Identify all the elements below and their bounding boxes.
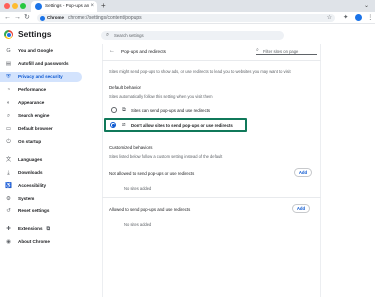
address-bar[interactable]: Chrome chrome://settings/content/popups … xyxy=(37,14,335,22)
popup-blocked-icon: ⧄ xyxy=(122,121,126,128)
minimize-window-button[interactable] xyxy=(12,3,18,9)
url-text[interactable]: chrome://settings/content/popups xyxy=(68,15,142,21)
chrome-icon: ◉ xyxy=(6,239,11,245)
filter-sites-input[interactable]: ⌕ Filter sites on page xyxy=(256,47,317,55)
popup-open-icon: ⧉ xyxy=(122,106,126,113)
sidebar-item-label: Extensions xyxy=(18,226,43,231)
performance-icon: ◔ xyxy=(6,87,11,93)
accessibility-icon: ♿ xyxy=(5,183,12,189)
sidebar-item-label: Default browser xyxy=(18,126,53,131)
page-heading: Pop-ups and redirects xyxy=(121,48,166,54)
google-icon: G xyxy=(6,48,11,54)
address-chip: Chrome xyxy=(47,15,65,20)
search-icon: ⌕ xyxy=(256,47,259,53)
sidebar-item-label: Languages xyxy=(18,157,43,162)
page-title: Settings xyxy=(18,29,52,39)
tab-title: Settings - Pop-ups and redir... xyxy=(45,2,89,8)
sidebar-item-default-browser[interactable]: ▭ Default browser xyxy=(0,124,82,134)
sidebar-item-extensions[interactable]: ✚ Extensions ⧉ xyxy=(0,224,82,234)
shield-icon: ⛨ xyxy=(6,74,11,80)
power-icon: ⏻ xyxy=(6,139,11,145)
filter-placeholder: Filter sites on page xyxy=(263,48,299,54)
palette-icon: ◐ xyxy=(6,100,11,106)
sidebar-item-label: About Chrome xyxy=(18,239,50,244)
close-window-button[interactable] xyxy=(4,3,10,9)
customized-behaviors-title: Customized behaviors xyxy=(109,145,153,150)
sidebar-item-label: Autofill and passwords xyxy=(18,61,69,66)
sidebar-item-label: Privacy and security xyxy=(18,74,63,79)
extensions-icon[interactable]: ✦ xyxy=(343,13,348,23)
reload-button[interactable]: ↻ xyxy=(24,13,30,23)
divider xyxy=(102,197,321,198)
allowed-list-title: Allowed to send pop-ups and use redirect… xyxy=(109,207,191,212)
reset-icon: ↺ xyxy=(6,208,11,214)
sidebar-item-label: Performance xyxy=(18,87,47,92)
sidebar-item-label: System xyxy=(18,196,35,201)
sidebar-item-label: Reset settings xyxy=(18,208,50,213)
forward-button[interactable]: → xyxy=(14,13,21,23)
profile-avatar[interactable] xyxy=(355,14,362,21)
sidebar-item-accessibility[interactable]: ♿ Accessibility xyxy=(0,181,82,191)
sidebar-item-label: On startup xyxy=(18,139,42,144)
sidebar-item-languages[interactable]: 文 Languages xyxy=(0,155,82,165)
download-icon: ⤓ xyxy=(7,170,10,176)
search-icon: ⌕ xyxy=(106,32,110,38)
allowed-empty-text: No sites added xyxy=(124,222,152,227)
sidebar-item-label: Search engine xyxy=(18,113,50,118)
option-allow-label[interactable]: Sites can send pop-ups and use redirects xyxy=(131,108,210,113)
bookmark-star-icon[interactable]: ☆ xyxy=(327,14,332,22)
sidebar-item-downloads[interactable]: ⤓ Downloads xyxy=(0,168,82,178)
not-allowed-empty-text: No sites added xyxy=(124,186,152,191)
back-button[interactable]: ← xyxy=(4,13,11,23)
not-allowed-list-title: Not allowed to send pop-ups or use redir… xyxy=(109,171,195,176)
tab-settings[interactable]: Settings - Pop-ups and redir... × xyxy=(31,1,97,12)
sidebar-item-on-startup[interactable]: ⏻ On startup xyxy=(0,137,82,147)
tab-close-icon[interactable]: × xyxy=(90,2,94,10)
divider xyxy=(102,60,321,61)
add-blocked-site-button[interactable]: Add xyxy=(294,168,312,177)
new-tab-button[interactable]: + xyxy=(101,1,106,11)
page-description: Sites might send pop-ups to show ads, or… xyxy=(109,69,291,74)
sidebar-item-privacy[interactable]: ⛨ Privacy and security xyxy=(0,72,82,82)
sidebar-item-autofill[interactable]: ▤ Autofill and passwords xyxy=(0,59,82,69)
sidebar-item-system[interactable]: ⚙ System xyxy=(0,194,82,204)
sidebar-item-reset-settings[interactable]: ↺ Reset settings xyxy=(0,206,82,216)
sidebar-item-label: Appearance xyxy=(18,100,45,105)
open-external-icon: ⧉ xyxy=(46,226,51,232)
search-settings-input[interactable]: ⌕ Search settings xyxy=(101,31,284,40)
default-behavior-subtitle: Sites automatically follow this setting … xyxy=(109,94,213,99)
tab-search-chevron-icon[interactable]: ⌄ xyxy=(364,1,369,11)
title-bar: Settings - Pop-ups and redir... × + ⌄ xyxy=(0,0,375,12)
chrome-icon xyxy=(40,15,45,21)
sidebar-item-label: Downloads xyxy=(18,170,43,175)
puzzle-icon: ✚ xyxy=(6,226,11,232)
sidebar-item-performance[interactable]: ◔ Performance xyxy=(0,85,82,95)
wrench-icon: ⚙ xyxy=(6,196,11,202)
sidebar-item-search-engine[interactable]: ⌕ Search engine xyxy=(0,111,82,121)
language-icon: 文 xyxy=(5,157,12,163)
settings-header: Settings ⌕ Search settings xyxy=(0,25,375,44)
maximize-window-button[interactable] xyxy=(20,3,26,9)
chrome-logo-icon xyxy=(4,30,13,39)
settings-sidebar: G You and Google ▤ Autofill and password… xyxy=(0,45,84,297)
sidebar-item-you-and-google[interactable]: G You and Google xyxy=(0,46,82,56)
default-behavior-title: Default behavior xyxy=(109,85,141,90)
option-block-label[interactable]: Don't allow sites to send pop-ups or use… xyxy=(131,123,233,128)
radio-block-popups[interactable] xyxy=(110,122,116,128)
sidebar-item-appearance[interactable]: ◐ Appearance xyxy=(0,98,82,108)
browser-icon: ▭ xyxy=(5,126,12,132)
search-placeholder: Search settings xyxy=(114,32,144,38)
sidebar-item-label: Accessibility xyxy=(18,183,47,188)
back-arrow-icon[interactable]: ← xyxy=(109,47,115,55)
add-allowed-site-button[interactable]: Add xyxy=(292,204,310,213)
search-engine-icon: ⌕ xyxy=(6,113,11,119)
settings-favicon-icon xyxy=(35,3,42,10)
sidebar-item-label: You and Google xyxy=(18,48,53,53)
sidebar-item-about-chrome[interactable]: ◉ About Chrome xyxy=(0,237,82,247)
browser-toolbar: ← → ↻ Chrome chrome://settings/content/p… xyxy=(0,12,375,24)
radio-allow-popups[interactable] xyxy=(111,107,117,113)
customized-behaviors-subtitle: Sites listed below follow a custom setti… xyxy=(109,154,223,159)
autofill-icon: ▤ xyxy=(5,61,12,67)
browser-menu-icon[interactable]: ⋮ xyxy=(367,13,374,23)
